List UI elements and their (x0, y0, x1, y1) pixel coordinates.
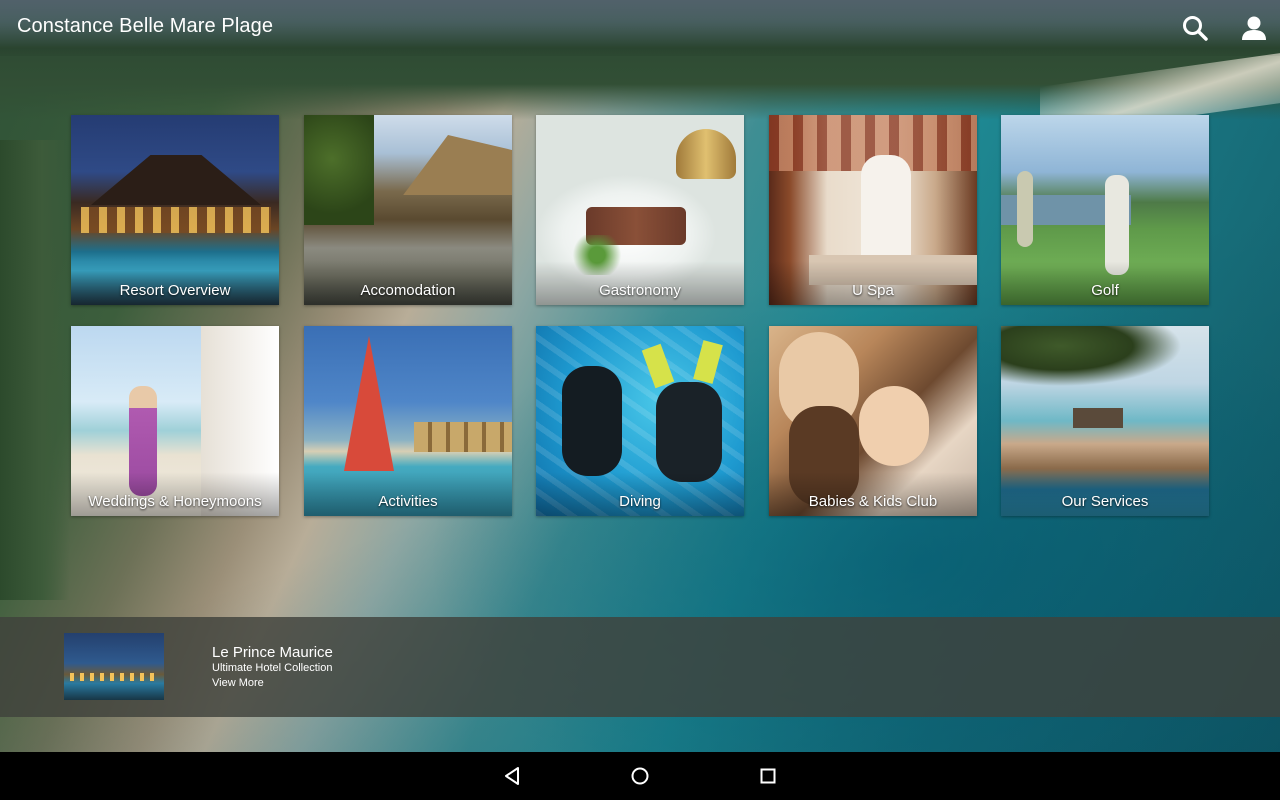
tile-resort-overview[interactable]: Resort Overview (71, 115, 279, 305)
person-icon[interactable] (1240, 14, 1268, 42)
tile-label: Activities (378, 493, 438, 510)
tile-u-spa[interactable]: U Spa (769, 115, 977, 305)
promo-banner[interactable]: Le Prince Maurice Ultimate Hotel Collect… (0, 617, 1280, 717)
tile-label: Resort Overview (119, 282, 231, 299)
tile-weddings-honeymoons[interactable]: Weddings & Honeymoons (71, 326, 279, 516)
recents-icon[interactable] (756, 764, 780, 788)
tile-golf[interactable]: Golf (1001, 115, 1209, 305)
tile-label: Weddings & Honeymoons (88, 493, 262, 510)
app-title: Constance Belle Mare Plage (17, 15, 274, 37)
tile-label: Babies & Kids Club (808, 493, 938, 510)
promo-title: Le Prince Maurice (212, 644, 333, 661)
tile-gastronomy[interactable]: Gastronomy (536, 115, 744, 305)
tile-label: Our Services (1061, 493, 1149, 510)
category-grid: Resort Overview Accomodation Gastronomy … (71, 115, 1209, 516)
tile-diving[interactable]: Diving (536, 326, 744, 516)
search-icon[interactable] (1181, 14, 1209, 42)
tile-our-services[interactable]: Our Services (1001, 326, 1209, 516)
tile-label: Gastronomy (599, 282, 681, 299)
tile-label: Golf (1091, 282, 1119, 299)
back-icon[interactable] (500, 764, 524, 788)
tile-label: Diving (619, 493, 661, 510)
tile-label: Accomodation (360, 282, 456, 299)
background-palms (0, 140, 70, 600)
home-icon[interactable] (628, 764, 652, 788)
promo-subtitle: Ultimate Hotel Collection (212, 662, 333, 674)
tile-label: U Spa (852, 282, 894, 299)
tile-activities[interactable]: Activities (304, 326, 512, 516)
app-bar: Constance Belle Mare Plage (0, 0, 1280, 56)
promo-thumbnail[interactable] (64, 633, 164, 700)
tile-accomodation[interactable]: Accomodation (304, 115, 512, 305)
system-navigation-bar (0, 752, 1280, 800)
tile-babies-kids-club[interactable]: Babies & Kids Club (769, 326, 977, 516)
view-more-link[interactable]: View More (212, 677, 264, 689)
